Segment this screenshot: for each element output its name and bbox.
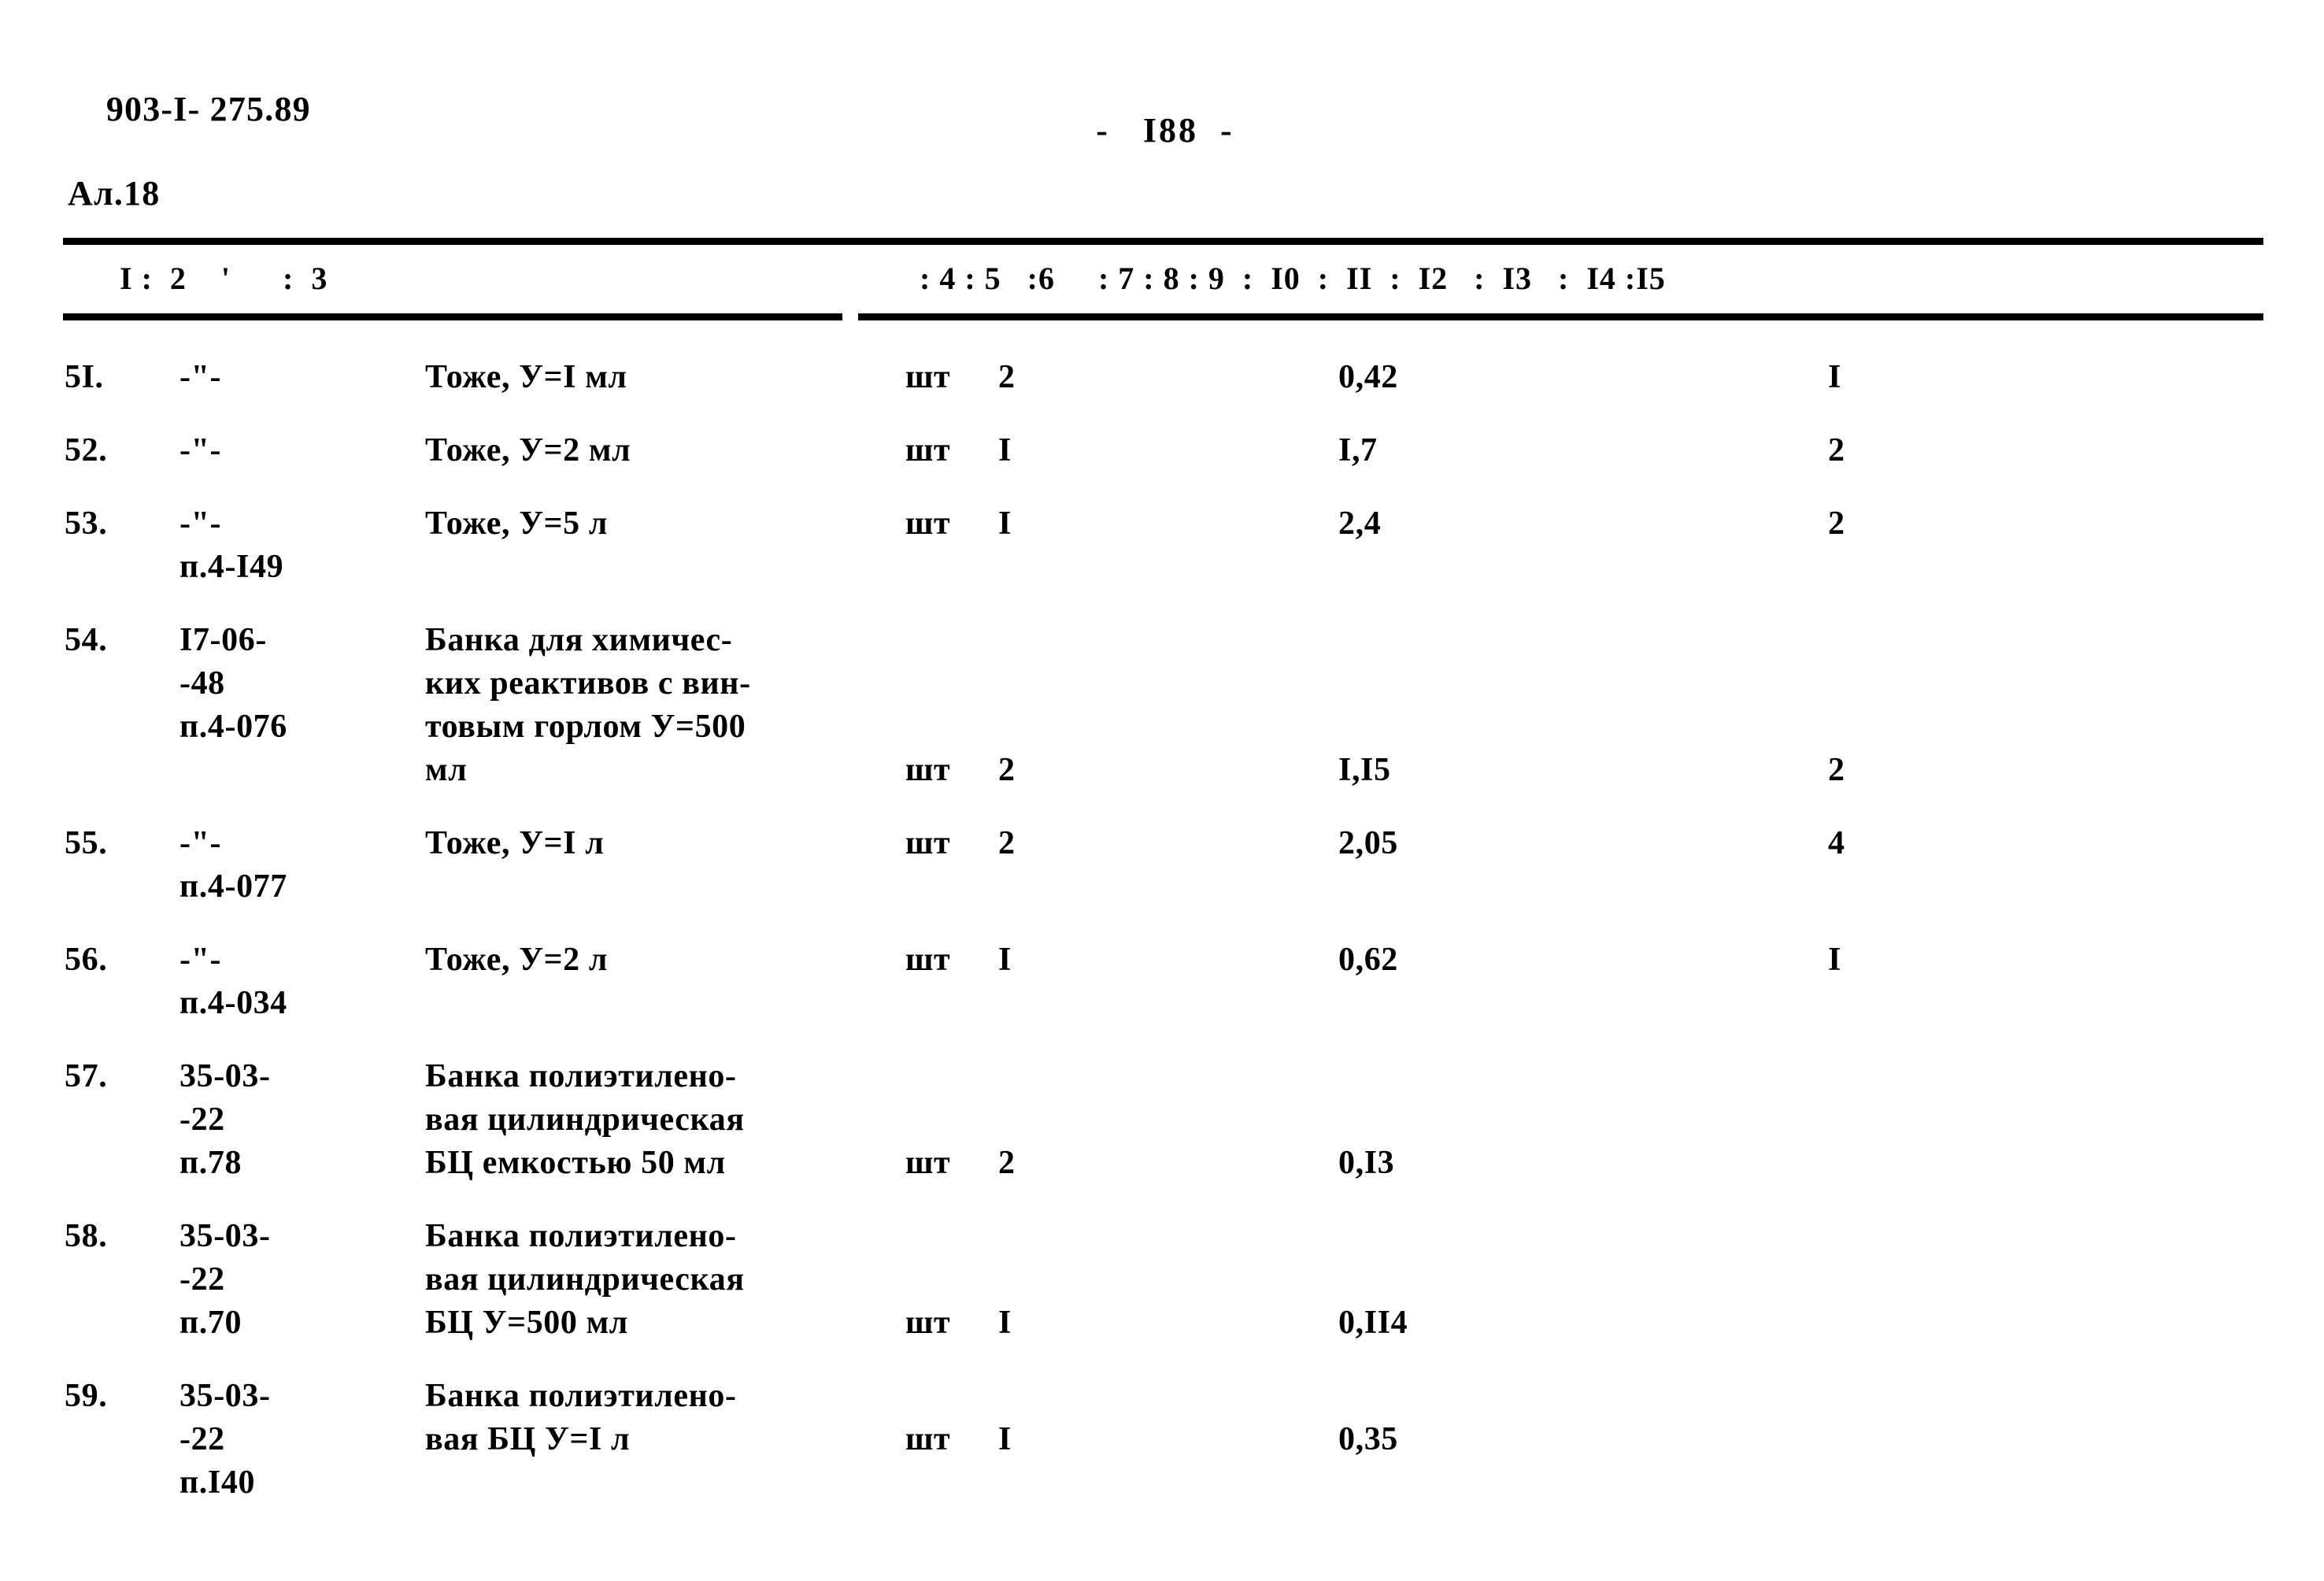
row-quantity: I (998, 942, 1012, 978)
row-code-continued: п.70 (179, 1305, 242, 1341)
row-column-11-value: I (1828, 942, 1841, 978)
row-unit: шт (905, 825, 951, 861)
row-description: Банка полиэтилено- (425, 1218, 737, 1254)
page-number: - I88 - (1096, 111, 1234, 150)
row-code-continued: -22 (179, 1102, 225, 1138)
row-unit: шт (905, 1421, 951, 1457)
row-code-continued: п.78 (179, 1145, 242, 1181)
table-row: 5I. -"- Тоже, У=I мл шт 2 0,42 I (0, 356, 2324, 429)
row-description: Тоже, У=2 л (425, 942, 609, 978)
row-code: -"- (179, 942, 222, 978)
table-row: 54. I7-06- -48 п.4-076 Банка для химичес-ких… (0, 619, 2324, 822)
row-column-11-value: 2 (1828, 505, 1845, 542)
row-description: товым горлом У=500 (425, 709, 746, 745)
row-unit: шт (905, 942, 951, 978)
row-price: 2,05 (1338, 825, 1398, 861)
table-header-rule-right (858, 313, 2263, 320)
row-column-11-value: 4 (1828, 825, 1845, 861)
row-description: БЦ У=500 мл (425, 1305, 628, 1341)
row-quantity: 2 (998, 825, 1016, 861)
row-code: -"- (179, 432, 222, 468)
row-description: Тоже, У=I л (425, 825, 605, 861)
row-quantity: I (998, 505, 1012, 542)
row-description: БЦ емкостью 50 мл (425, 1145, 726, 1181)
row-unit: шт (905, 359, 951, 395)
row-code: I7-06- (179, 622, 267, 658)
row-description: Тоже, У=2 мл (425, 432, 631, 468)
table-row: 56. -"- п.4-034 Тоже, У=2 л шт I 0,62 I (0, 939, 2324, 1055)
row-code-continued: п.4-I49 (179, 549, 284, 585)
row-description: Банка полиэтилено- (425, 1058, 737, 1094)
row-quantity: I (998, 1305, 1012, 1341)
row-description: Банка полиэтилено- (425, 1378, 737, 1414)
row-unit: шт (905, 1305, 951, 1341)
row-price: I,7 (1338, 432, 1378, 468)
row-description: Тоже, У=I мл (425, 359, 627, 395)
row-code: 35-03- (179, 1218, 271, 1254)
row-code-continued: -22 (179, 1261, 225, 1298)
row-column-11-value: 2 (1828, 752, 1845, 788)
row-column-11-value: I (1828, 359, 1841, 395)
column-header-right: : 4 : 5 :6 : 7 : 8 : 9 : I0 : II : I2 : … (920, 261, 1666, 296)
row-description: вая БЦ У=I л (425, 1421, 631, 1457)
row-number: 54. (65, 622, 108, 658)
row-description: вая цилиндрическая (425, 1102, 745, 1138)
row-number: 57. (65, 1058, 108, 1094)
row-number: 52. (65, 432, 108, 468)
table-top-rule (63, 238, 2263, 245)
row-description: Банка для химичес- (425, 622, 733, 658)
row-quantity: 2 (998, 359, 1016, 395)
row-code-continued: п.I40 (179, 1464, 256, 1501)
row-number: 58. (65, 1218, 108, 1254)
row-quantity: I (998, 432, 1012, 468)
row-description: ких реактивов с вин- (425, 665, 751, 702)
document-code-line-2: Ал.18 (68, 174, 161, 213)
row-price: 0,62 (1338, 942, 1398, 978)
row-number: 55. (65, 825, 108, 861)
row-unit: шт (905, 505, 951, 542)
row-quantity: 2 (998, 1145, 1016, 1181)
row-description: Тоже, У=5 л (425, 505, 609, 542)
row-code: 35-03- (179, 1058, 271, 1094)
row-unit: шт (905, 752, 951, 788)
table-row: 59. 35-03- -22 п.I40 Банка полиэтилено-вая Б… (0, 1375, 2324, 1535)
row-code: -"- (179, 505, 222, 542)
table-row: 55. -"- п.4-077 Тоже, У=I л шт 2 2,05 4 (0, 822, 2324, 939)
row-unit: шт (905, 432, 951, 468)
table-row: 52. -"- Тоже, У=2 мл шт I I,7 2 (0, 429, 2324, 502)
row-number: 53. (65, 505, 108, 542)
column-header-left: I : 2 ' : 3 (120, 261, 328, 296)
row-code: -"- (179, 825, 222, 861)
table-header-rule-left (63, 313, 842, 320)
row-price: 0,35 (1338, 1421, 1398, 1457)
row-description: мл (425, 752, 468, 788)
row-description: вая цилиндрическая (425, 1261, 745, 1298)
row-code: 35-03- (179, 1378, 271, 1414)
row-price: 0,I3 (1338, 1145, 1395, 1181)
row-code-continued: п.4-077 (179, 868, 287, 905)
row-code-continued: -48 (179, 665, 225, 702)
row-quantity: 2 (998, 752, 1016, 788)
row-code-continued: п.4-076 (179, 709, 287, 745)
table-row: 58. 35-03- -22 п.70 Банка полиэтилено-вая ци… (0, 1215, 2324, 1375)
row-code-continued: -22 (179, 1421, 225, 1457)
row-price: 0,42 (1338, 359, 1398, 395)
document-code-line-1: 903-I- 275.89 (105, 89, 311, 128)
row-unit: шт (905, 1145, 951, 1181)
table-row: 53. -"- п.4-I49 Тоже, У=5 л шт I 2,4 2 (0, 502, 2324, 619)
row-quantity: I (998, 1421, 1012, 1457)
row-number: 5I. (65, 359, 104, 395)
row-price: 2,4 (1338, 505, 1382, 542)
row-column-11-value: 2 (1828, 432, 1845, 468)
document-page: 903-I- 275.89 Ал.18 - I88 - I : 2 ' : 3 … (0, 0, 2324, 1581)
row-code: -"- (179, 359, 222, 395)
row-price: 0,II4 (1338, 1305, 1408, 1341)
row-number: 56. (65, 942, 108, 978)
row-price: I,I5 (1338, 752, 1391, 788)
row-code-continued: п.4-034 (179, 985, 287, 1021)
row-number: 59. (65, 1378, 108, 1414)
table-row: 57. 35-03- -22 п.78 Банка полиэтилено-вая ци… (0, 1055, 2324, 1215)
